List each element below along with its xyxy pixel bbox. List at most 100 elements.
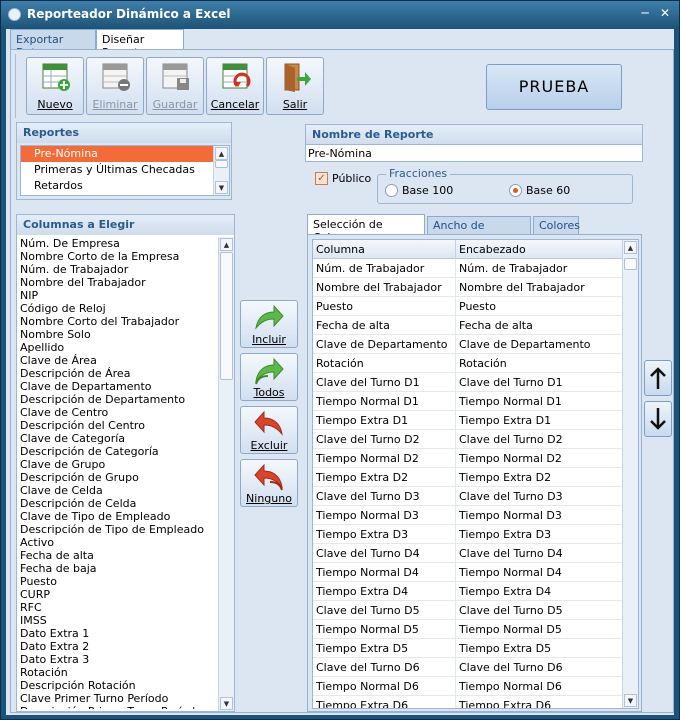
table-row[interactable]: Clave del Turno D1 Clave del Turno D1 [313,373,623,392]
cell-columna[interactable]: Clave del Turno D5 [313,601,456,620]
columna-item[interactable]: Descripción Primer Turno Período [20,705,202,709]
columna-item[interactable]: Núm. De Empresa [20,237,120,250]
cell-encabezado[interactable]: Clave de Departamento [456,335,623,354]
columna-item[interactable]: Descripción de Categoría [20,445,159,458]
cell-encabezado[interactable]: Clave del Turno D1 [456,373,623,392]
cell-columna[interactable]: Clave del Turno D4 [313,544,456,563]
table-row[interactable]: Tiempo Extra D1 Tiempo Extra D1 [313,411,623,430]
cell-columna[interactable]: Núm. de Trabajador [313,259,456,278]
table-row[interactable]: Tiempo Normal D1 Tiempo Normal D1 [313,392,623,411]
base60-radio[interactable] [509,184,522,197]
table-row[interactable]: Tiempo Extra D3 Tiempo Extra D3 [313,525,623,544]
scroll-thumb[interactable] [624,258,637,270]
cell-encabezado[interactable]: Clave del Turno D5 [456,601,623,620]
cell-columna[interactable]: Tiempo Extra D6 [313,696,456,708]
columna-item[interactable]: Clave de Área [20,354,97,367]
table-row[interactable]: Clave del Turno D5 Clave del Turno D5 [313,601,623,620]
tab-colores[interactable]: Colores [533,216,580,234]
columna-item[interactable]: CURP [20,588,50,601]
table-row[interactable]: Clave del Turno D6 Clave del Turno D6 [313,658,623,677]
cell-encabezado[interactable]: Clave del Turno D6 [456,658,623,677]
cell-columna[interactable]: Clave de Departamento [313,335,456,354]
table-row[interactable]: Rotación Rotación [313,354,623,373]
column-header-encabezado[interactable]: Encabezado [456,240,623,259]
cell-columna[interactable]: Tiempo Extra D4 [313,582,456,601]
close-icon[interactable]: ✕ [657,6,673,22]
cancelar-button[interactable]: Cancelar [206,57,264,115]
cell-encabezado[interactable]: Fecha de alta [456,316,623,335]
cell-columna[interactable]: Tiempo Extra D3 [313,525,456,544]
tab-exportar-datos[interactable]: Exportar Datos [10,29,96,59]
columna-item[interactable]: Nombre Solo [20,328,91,341]
table-row[interactable]: Clave del Turno D4 Clave del Turno D4 [313,544,623,563]
table-row[interactable]: Tiempo Normal D5 Tiempo Normal D5 [313,620,623,639]
columna-item[interactable]: Clave de Centro [20,406,108,419]
columna-item[interactable]: Descripción Rotación [20,679,136,692]
table-row[interactable]: Tiempo Extra D6 Tiempo Extra D6 [313,696,623,708]
cell-encabezado[interactable]: Núm. de Trabajador [456,259,623,278]
columna-item[interactable]: Descripción de Área [20,367,130,380]
scroll-thumb[interactable] [220,252,233,380]
table-row[interactable]: Clave de Departamento Clave de Departamen… [313,335,623,354]
columna-item[interactable]: Activo [20,536,54,549]
columna-item[interactable]: Dato Extra 3 [20,653,89,666]
reporte-item[interactable]: Retardos [21,178,215,194]
incluir-button[interactable]: Incluir [240,300,298,348]
scroll-down-icon[interactable]: ▼ [215,181,228,194]
ninguno-button[interactable]: Ninguno [240,459,298,507]
cell-columna[interactable]: Clave del Turno D1 [313,373,456,392]
scroll-up-icon[interactable]: ▲ [215,147,228,160]
columna-item[interactable]: Fecha de alta [20,549,94,562]
columna-item[interactable]: Clave de Categoría [20,432,125,445]
cell-encabezado[interactable]: Rotación [456,354,623,373]
table-row[interactable]: Clave del Turno D2 Clave del Turno D2 [313,430,623,449]
cell-encabezado[interactable]: Clave del Turno D4 [456,544,623,563]
table-row[interactable]: Fecha de alta Fecha de alta [313,316,623,335]
move-up-button[interactable] [644,360,672,396]
cell-encabezado[interactable]: Tiempo Extra D5 [456,639,623,658]
cell-columna[interactable]: Nombre del Trabajador [313,278,456,297]
table-row[interactable]: Núm. de Trabajador Núm. de Trabajador [313,259,623,278]
cell-columna[interactable]: Puesto [313,297,456,316]
guardar-button[interactable]: Guardar [146,57,204,115]
columna-item[interactable]: Descripción de Grupo [20,471,139,484]
table-row[interactable]: Nombre del Trabajador Nombre del Trabajad… [313,278,623,297]
cell-columna[interactable]: Tiempo Normal D1 [313,392,456,411]
cell-columna[interactable]: Clave del Turno D2 [313,430,456,449]
columna-item[interactable]: Núm. de Trabajador [20,263,128,276]
columna-item[interactable]: Clave Primer Turno Período [20,692,168,705]
columna-item[interactable]: Apellido [20,341,64,354]
column-header-columna[interactable]: Columna [313,240,456,259]
reportes-scrollbar[interactable]: ▲ ▼ [213,146,229,195]
cell-columna[interactable]: Fecha de alta [313,316,456,335]
scroll-up-icon[interactable]: ▲ [624,241,637,254]
prueba-button[interactable]: PRUEBA [486,64,622,110]
columna-item[interactable]: Descripción de Tipo de Empleado [20,523,204,536]
table-row[interactable]: Tiempo Extra D5 Tiempo Extra D5 [313,639,623,658]
cell-encabezado[interactable]: Puesto [456,297,623,316]
nombre-reporte-input[interactable]: Pre-Nómina [305,144,643,162]
cell-columna[interactable]: Rotación [313,354,456,373]
cell-columna[interactable]: Tiempo Normal D3 [313,506,456,525]
salir-button[interactable]: Salir [266,57,324,115]
cell-columna[interactable]: Tiempo Normal D2 [313,449,456,468]
table-row[interactable]: Puesto Puesto [313,297,623,316]
minimize-icon[interactable]: ─ [637,6,653,22]
cell-encabezado[interactable]: Tiempo Extra D4 [456,582,623,601]
tab-disenar-reporte[interactable]: Diseñar Reporte [96,29,184,59]
scroll-down-icon[interactable]: ▼ [220,697,233,710]
columna-item[interactable]: Nombre del Trabajador [20,276,146,289]
columna-item[interactable]: NIP [20,289,38,302]
move-down-button[interactable] [644,401,672,437]
cell-encabezado[interactable]: Tiempo Extra D2 [456,468,623,487]
cell-columna[interactable]: Tiempo Extra D2 [313,468,456,487]
cell-encabezado[interactable]: Tiempo Extra D3 [456,525,623,544]
todos-button[interactable]: Todos [240,353,298,401]
cell-encabezado[interactable]: Tiempo Normal D6 [456,677,623,696]
table-row[interactable]: Tiempo Extra D4 Tiempo Extra D4 [313,582,623,601]
cell-encabezado[interactable]: Clave del Turno D2 [456,430,623,449]
columna-item[interactable]: Nombre Corto del Trabajador [20,315,179,328]
scroll-thumb[interactable] [215,160,228,168]
columna-item[interactable]: Nombre Corto de la Empresa [20,250,179,263]
table-row[interactable]: Clave del Turno D3 Clave del Turno D3 [313,487,623,506]
